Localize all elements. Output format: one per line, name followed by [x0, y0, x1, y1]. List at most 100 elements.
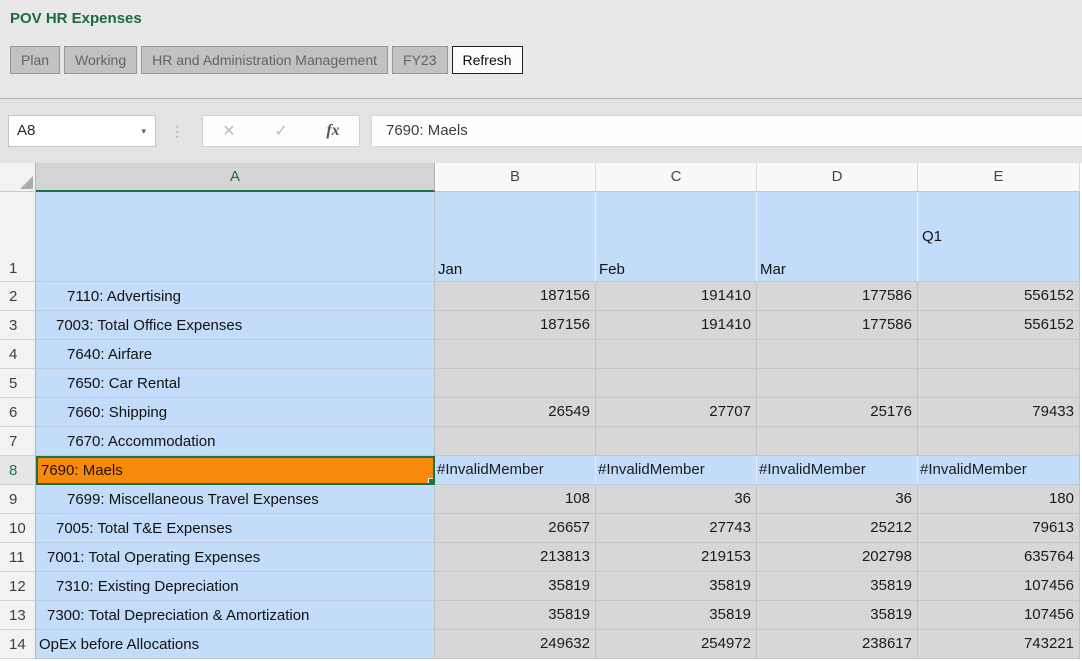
cell-D9[interactable]: 36 [757, 485, 918, 514]
pov-button-plan[interactable]: Plan [10, 46, 60, 74]
row-header-7[interactable]: 7 [0, 427, 36, 456]
cell-A2[interactable]: 7110: Advertising [36, 282, 435, 311]
cell-B11[interactable]: 213813 [435, 543, 596, 572]
row-header-5[interactable]: 5 [0, 369, 36, 398]
cell-B4[interactable] [435, 340, 596, 369]
cell-C4[interactable] [596, 340, 757, 369]
cell-C6[interactable]: 27707 [596, 398, 757, 427]
cell-E4[interactable] [918, 340, 1080, 369]
row-header-3[interactable]: 3 [0, 311, 36, 340]
cell-C2[interactable]: 191410 [596, 282, 757, 311]
cell-E13[interactable]: 107456 [918, 601, 1080, 630]
cell-D4[interactable] [757, 340, 918, 369]
cell-A1[interactable] [36, 192, 435, 282]
cell-D14[interactable]: 238617 [757, 630, 918, 659]
select-all-corner[interactable] [0, 163, 36, 192]
cell-C11[interactable]: 219153 [596, 543, 757, 572]
cell-A7[interactable]: 7670: Accommodation [36, 427, 435, 456]
row-header-13[interactable]: 13 [0, 601, 36, 630]
name-box[interactable]: A8 ▾ [8, 115, 156, 147]
pov-button-refresh[interactable]: Refresh [452, 46, 523, 74]
cell-D1[interactable]: Mar [757, 192, 918, 282]
cell-E6[interactable]: 79433 [918, 398, 1080, 427]
cell-E7[interactable] [918, 427, 1080, 456]
cell-A5[interactable]: 7650: Car Rental [36, 369, 435, 398]
cell-D7[interactable] [757, 427, 918, 456]
cell-E9[interactable]: 180 [918, 485, 1080, 514]
cell-D13[interactable]: 35819 [757, 601, 918, 630]
pov-button-working[interactable]: Working [64, 46, 137, 74]
cell-B12[interactable]: 35819 [435, 572, 596, 601]
cell-D6[interactable]: 25176 [757, 398, 918, 427]
cell-C12[interactable]: 35819 [596, 572, 757, 601]
cell-B5[interactable] [435, 369, 596, 398]
cell-E5[interactable] [918, 369, 1080, 398]
cell-B13[interactable]: 35819 [435, 601, 596, 630]
cell-C5[interactable] [596, 369, 757, 398]
row-header-11[interactable]: 11 [0, 543, 36, 572]
chevron-down-icon[interactable]: ▾ [141, 116, 146, 146]
row-header-6[interactable]: 6 [0, 398, 36, 427]
cancel-icon[interactable]: ✕ [222, 121, 235, 141]
cell-D12[interactable]: 35819 [757, 572, 918, 601]
cell-C10[interactable]: 27743 [596, 514, 757, 543]
cell-D5[interactable] [757, 369, 918, 398]
column-header-D[interactable]: D [757, 163, 918, 192]
cell-A12[interactable]: 7310: Existing Depreciation [36, 572, 435, 601]
row-header-9[interactable]: 9 [0, 485, 36, 514]
row-header-1[interactable]: 1 [0, 192, 36, 282]
cell-A4[interactable]: 7640: Airfare [36, 340, 435, 369]
fill-handle[interactable] [428, 478, 435, 485]
cell-A9[interactable]: 7699: Miscellaneous Travel Expenses [36, 485, 435, 514]
cell-B1[interactable]: Jan [435, 192, 596, 282]
cell-E1[interactable]: Q1 [918, 192, 1080, 282]
row-header-8[interactable]: 8 [0, 456, 36, 485]
cell-E2[interactable]: 556152 [918, 282, 1080, 311]
cell-C8[interactable]: #InvalidMember [596, 456, 757, 485]
column-header-A[interactable]: A [36, 163, 435, 192]
cell-B14[interactable]: 249632 [435, 630, 596, 659]
cell-B3[interactable]: 187156 [435, 311, 596, 340]
cell-C14[interactable]: 254972 [596, 630, 757, 659]
cell-A8[interactable]: 7690: Maels [36, 456, 435, 485]
row-header-10[interactable]: 10 [0, 514, 36, 543]
cell-E3[interactable]: 556152 [918, 311, 1080, 340]
cell-E14[interactable]: 743221 [918, 630, 1080, 659]
column-header-E[interactable]: E [918, 163, 1080, 192]
cell-C1[interactable]: Feb [596, 192, 757, 282]
row-header-12[interactable]: 12 [0, 572, 36, 601]
column-header-C[interactable]: C [596, 163, 757, 192]
drag-handle-icon[interactable]: ⋮ [170, 115, 182, 147]
cell-A3[interactable]: 7003: Total Office Expenses [36, 311, 435, 340]
cell-C3[interactable]: 191410 [596, 311, 757, 340]
cell-B7[interactable] [435, 427, 596, 456]
column-header-B[interactable]: B [435, 163, 596, 192]
formula-input[interactable]: 7690: Maels [371, 115, 1082, 147]
cell-A11[interactable]: 7001: Total Operating Expenses [36, 543, 435, 572]
cell-D3[interactable]: 177586 [757, 311, 918, 340]
row-header-2[interactable]: 2 [0, 282, 36, 311]
cell-A10[interactable]: 7005: Total T&E Expenses [36, 514, 435, 543]
cell-B6[interactable]: 26549 [435, 398, 596, 427]
insert-function-icon[interactable]: fx [326, 122, 339, 140]
cell-B9[interactable]: 108 [435, 485, 596, 514]
cell-E12[interactable]: 107456 [918, 572, 1080, 601]
cell-A14[interactable]: OpEx before Allocations [36, 630, 435, 659]
cell-B10[interactable]: 26657 [435, 514, 596, 543]
row-header-14[interactable]: 14 [0, 630, 36, 659]
cell-A13[interactable]: 7300: Total Depreciation & Amortization [36, 601, 435, 630]
row-header-4[interactable]: 4 [0, 340, 36, 369]
pov-button-hr-and-administration-management[interactable]: HR and Administration Management [141, 46, 388, 74]
pov-button-fy23[interactable]: FY23 [392, 46, 447, 74]
cell-C7[interactable] [596, 427, 757, 456]
cell-C13[interactable]: 35819 [596, 601, 757, 630]
enter-icon[interactable]: ✓ [274, 121, 287, 141]
cell-E11[interactable]: 635764 [918, 543, 1080, 572]
cell-B8[interactable]: #InvalidMember [435, 456, 596, 485]
cell-D8[interactable]: #InvalidMember [757, 456, 918, 485]
cell-A6[interactable]: 7660: Shipping [36, 398, 435, 427]
cell-B2[interactable]: 187156 [435, 282, 596, 311]
cell-D10[interactable]: 25212 [757, 514, 918, 543]
cell-C9[interactable]: 36 [596, 485, 757, 514]
cell-D2[interactable]: 177586 [757, 282, 918, 311]
